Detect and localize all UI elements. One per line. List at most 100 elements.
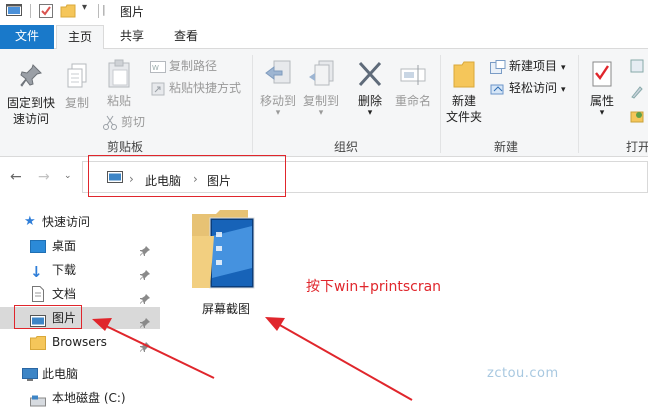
easy-access-button[interactable]: 轻松访问 ▾	[490, 79, 566, 97]
copy-to-dropdown-icon: ▾	[318, 108, 324, 118]
folder-screenshots[interactable]: 屏幕截图	[186, 206, 266, 316]
tab-home[interactable]: 主页	[56, 25, 104, 50]
organize-group-label: 组织	[333, 140, 358, 154]
sidebar-item-label: 此电脑	[42, 367, 79, 381]
new-folder-qat-icon[interactable]	[60, 3, 76, 22]
delete-button[interactable]: 删除 ▾	[352, 59, 388, 118]
history-small-icon[interactable]	[630, 109, 644, 126]
recent-locations-chevron-icon[interactable]: ⌄	[64, 171, 72, 181]
delete-label: 删除	[357, 94, 382, 108]
move-to-label: 移动到	[259, 94, 296, 108]
sidebar-item-documents[interactable]: 文档	[0, 283, 160, 305]
sidebar-item-label: 文档	[52, 287, 77, 301]
sidebar-item-local-disk-c[interactable]: 本地磁盘 (C:)	[0, 387, 160, 409]
paste-label: 粘贴	[106, 94, 131, 108]
properties-check-icon[interactable]	[38, 3, 54, 22]
new-item-dropdown-icon: ▾	[561, 63, 566, 73]
screenshots-folder-icon	[192, 210, 255, 289]
move-to-dropdown-icon: ▾	[275, 108, 281, 118]
open-group-label: 打开	[626, 140, 648, 154]
annotation-text: 按下win+printscran	[306, 279, 442, 295]
easy-access-dropdown-icon: ▾	[561, 85, 566, 95]
svg-text:W: W	[152, 64, 159, 72]
new-folder-line1: 新建	[451, 94, 476, 108]
delete-x-icon	[358, 61, 382, 87]
address-highlight-box	[88, 155, 286, 197]
new-folder-line2: 文件夹	[445, 110, 482, 124]
properties-label: 属性	[589, 94, 614, 108]
download-arrow-icon: ↓	[30, 263, 43, 281]
new-item-button[interactable]: 新建项目 ▾	[490, 57, 566, 75]
window-title: 图片	[120, 5, 145, 19]
sidebar-item-label: 下载	[52, 263, 77, 277]
new-group-label: 新建	[493, 140, 518, 154]
paste-shortcut-label: 粘贴快捷方式	[169, 81, 242, 95]
easy-access-label: 轻松访问	[509, 81, 558, 95]
computer-icon	[22, 367, 38, 389]
paste-shortcut-icon	[151, 82, 165, 95]
pin-quick-access-button[interactable]: 固定到快 速访问	[4, 63, 58, 127]
folder-icon	[30, 335, 46, 357]
open-small-icon[interactable]	[630, 59, 644, 76]
properties-button[interactable]: 属性 ▾	[582, 59, 622, 118]
paste-shortcut-button[interactable]: 粘贴快捷方式	[150, 79, 241, 97]
sidebar-item-this-pc[interactable]: 此电脑	[0, 363, 160, 385]
rename-button[interactable]: 重命名	[392, 59, 434, 109]
pin-line2: 速访问	[12, 112, 49, 126]
paste-button[interactable]: 粘贴	[102, 59, 136, 109]
sidebar-item-browsers[interactable]: Browsers	[0, 331, 160, 353]
new-folder-icon	[453, 61, 475, 88]
cut-button[interactable]: 剪切	[102, 113, 145, 131]
divider-glyph: |	[102, 3, 106, 16]
copy-path-button[interactable]: W 复制路径	[150, 57, 217, 75]
sidebar-item-quick-access[interactable]: ★ 快速访问	[0, 211, 160, 233]
easy-access-icon	[490, 84, 504, 94]
new-folder-button[interactable]: 新建 文件夹	[444, 59, 484, 125]
copy-path-label: 复制路径	[169, 59, 218, 73]
rename-icon	[400, 65, 426, 85]
paste-icon	[108, 59, 130, 88]
delete-dropdown-icon: ▾	[367, 108, 373, 118]
move-to-button[interactable]: 移动到 ▾	[258, 59, 298, 118]
sidebar-item-label: Browsers	[52, 335, 107, 349]
tab-view[interactable]: 查看	[162, 25, 210, 49]
sidebar-item-label: 本地磁盘 (C:)	[52, 391, 126, 405]
pictures-highlight-box	[14, 305, 82, 329]
copy-path-icon: W	[150, 60, 166, 73]
watermark: zctou.com	[487, 366, 559, 381]
sidebar-item-label: 桌面	[52, 239, 77, 253]
edit-small-icon[interactable]	[630, 85, 644, 102]
arrow-to-screenshots	[265, 317, 413, 401]
new-item-label: 新建项目	[509, 59, 558, 73]
copy-label: 复制	[64, 96, 89, 110]
sidebar-item-label: 快速访问	[42, 215, 91, 229]
copy-to-button[interactable]: 复制到 ▾	[300, 59, 342, 118]
tab-share[interactable]: 共享	[110, 25, 154, 49]
desktop-icon	[30, 239, 46, 261]
clipboard-group-label: 剪贴板	[106, 140, 143, 154]
drive-icon	[30, 392, 46, 412]
pin-icon	[20, 64, 42, 87]
folder-name: 屏幕截图	[201, 302, 250, 316]
forward-arrow-icon[interactable]: →	[38, 169, 50, 185]
copy-to-icon	[309, 60, 334, 86]
cut-label: 剪切	[121, 115, 146, 129]
ribbon-tabs: 文件 主页 共享 查看	[0, 25, 648, 50]
sidebar-item-desktop[interactable]: 桌面	[0, 235, 160, 257]
window-icon[interactable]	[6, 3, 22, 20]
copy-button[interactable]: 复制	[60, 63, 94, 111]
title-bar: ▾ | 图片	[0, 0, 648, 22]
copy-to-label: 复制到	[302, 94, 339, 108]
properties-dropdown-icon: ▾	[599, 108, 605, 118]
sidebar-item-downloads[interactable]: ↓ 下载	[0, 259, 160, 281]
tab-file[interactable]: 文件	[0, 25, 54, 49]
star-icon: ★	[24, 214, 36, 229]
copy-icon	[67, 63, 87, 88]
pin-line1: 固定到快	[6, 96, 55, 110]
pin-icon[interactable]	[140, 337, 150, 359]
new-item-icon	[490, 59, 506, 74]
qat-dropdown-icon[interactable]: ▾	[82, 2, 87, 13]
rename-label: 重命名	[394, 94, 431, 108]
back-arrow-icon[interactable]: ←	[10, 169, 22, 185]
move-to-icon	[265, 60, 291, 84]
